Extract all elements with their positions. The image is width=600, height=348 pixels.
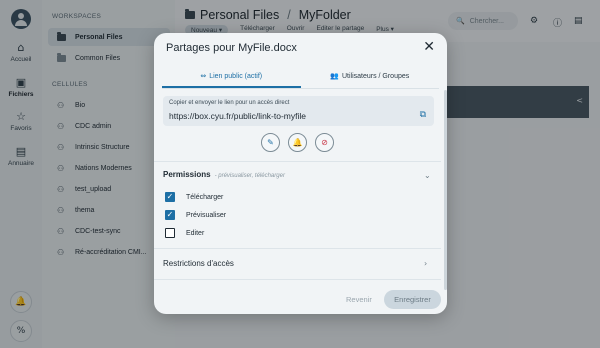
close-icon[interactable]: ✕: [423, 39, 435, 55]
checkbox-preview[interactable]: ✓: [165, 210, 175, 220]
copy-icon[interactable]: ⧉: [420, 110, 426, 120]
dialog-scrollbar[interactable]: [444, 90, 447, 290]
public-link-url[interactable]: https://box.cyu.fr/public/link-to-myfile: [169, 111, 306, 121]
dialog-title: Partages pour MyFile.docx: [166, 42, 297, 54]
tab-users-groups[interactable]: 👥 Utilisateurs / Groupes: [301, 66, 440, 88]
divider: [154, 248, 441, 249]
restrictions-header[interactable]: Restrictions d'accès: [163, 259, 234, 268]
permission-label: Editer: [186, 229, 205, 237]
users-icon: 👥: [330, 72, 339, 80]
tab-divider: [162, 88, 439, 89]
revert-button[interactable]: Revenir: [346, 295, 372, 304]
share-dialog: Partages pour MyFile.docx ✕ ⇔ Lien public…: [154, 33, 447, 314]
permission-label: Prévisualiser: [186, 211, 227, 219]
tab-label: Utilisateurs / Groupes: [341, 73, 410, 80]
share-tabs: ⇔ Lien public (actif) 👥 Utilisateurs / Gro…: [162, 66, 439, 88]
permissions-title: Permissions: [163, 170, 211, 179]
eye-off-icon: ⊘: [321, 138, 328, 147]
pencil-icon: ✎: [267, 138, 274, 147]
disable-link-button[interactable]: ⊘: [315, 133, 334, 152]
checkbox-download[interactable]: ✓: [165, 192, 175, 202]
public-link-box: Copier et envoyer le lien pour un accès …: [163, 96, 434, 126]
divider: [154, 161, 441, 162]
save-button[interactable]: Enregistrer: [384, 290, 441, 309]
edit-link-button[interactable]: ✎: [261, 133, 280, 152]
chevron-right-icon[interactable]: ›: [424, 259, 427, 268]
chevron-down-icon[interactable]: ⌄: [424, 171, 431, 180]
bell-icon: 🔔: [292, 138, 303, 147]
tab-public-link[interactable]: ⇔ Lien public (actif): [162, 66, 301, 88]
link-label: Copier et envoyer le lien pour un accès …: [169, 100, 290, 106]
notify-button[interactable]: 🔔: [288, 133, 307, 152]
link-icon: ⇔: [200, 72, 207, 80]
tab-label: Lien public (actif): [209, 73, 263, 80]
checkbox-edit[interactable]: [165, 228, 175, 238]
permission-download[interactable]: ✓ Télécharger: [165, 192, 223, 202]
link-actions: ✎ 🔔 ⊘: [261, 133, 334, 152]
permissions-summary: - prévisualiser, télécharger: [214, 173, 285, 179]
permissions-header[interactable]: Permissions - prévisualiser, télécharger: [163, 170, 285, 179]
permission-preview[interactable]: ✓ Prévisualiser: [165, 210, 226, 220]
divider: [154, 279, 441, 280]
permission-label: Télécharger: [186, 193, 224, 201]
permission-edit[interactable]: Editer: [165, 228, 204, 238]
